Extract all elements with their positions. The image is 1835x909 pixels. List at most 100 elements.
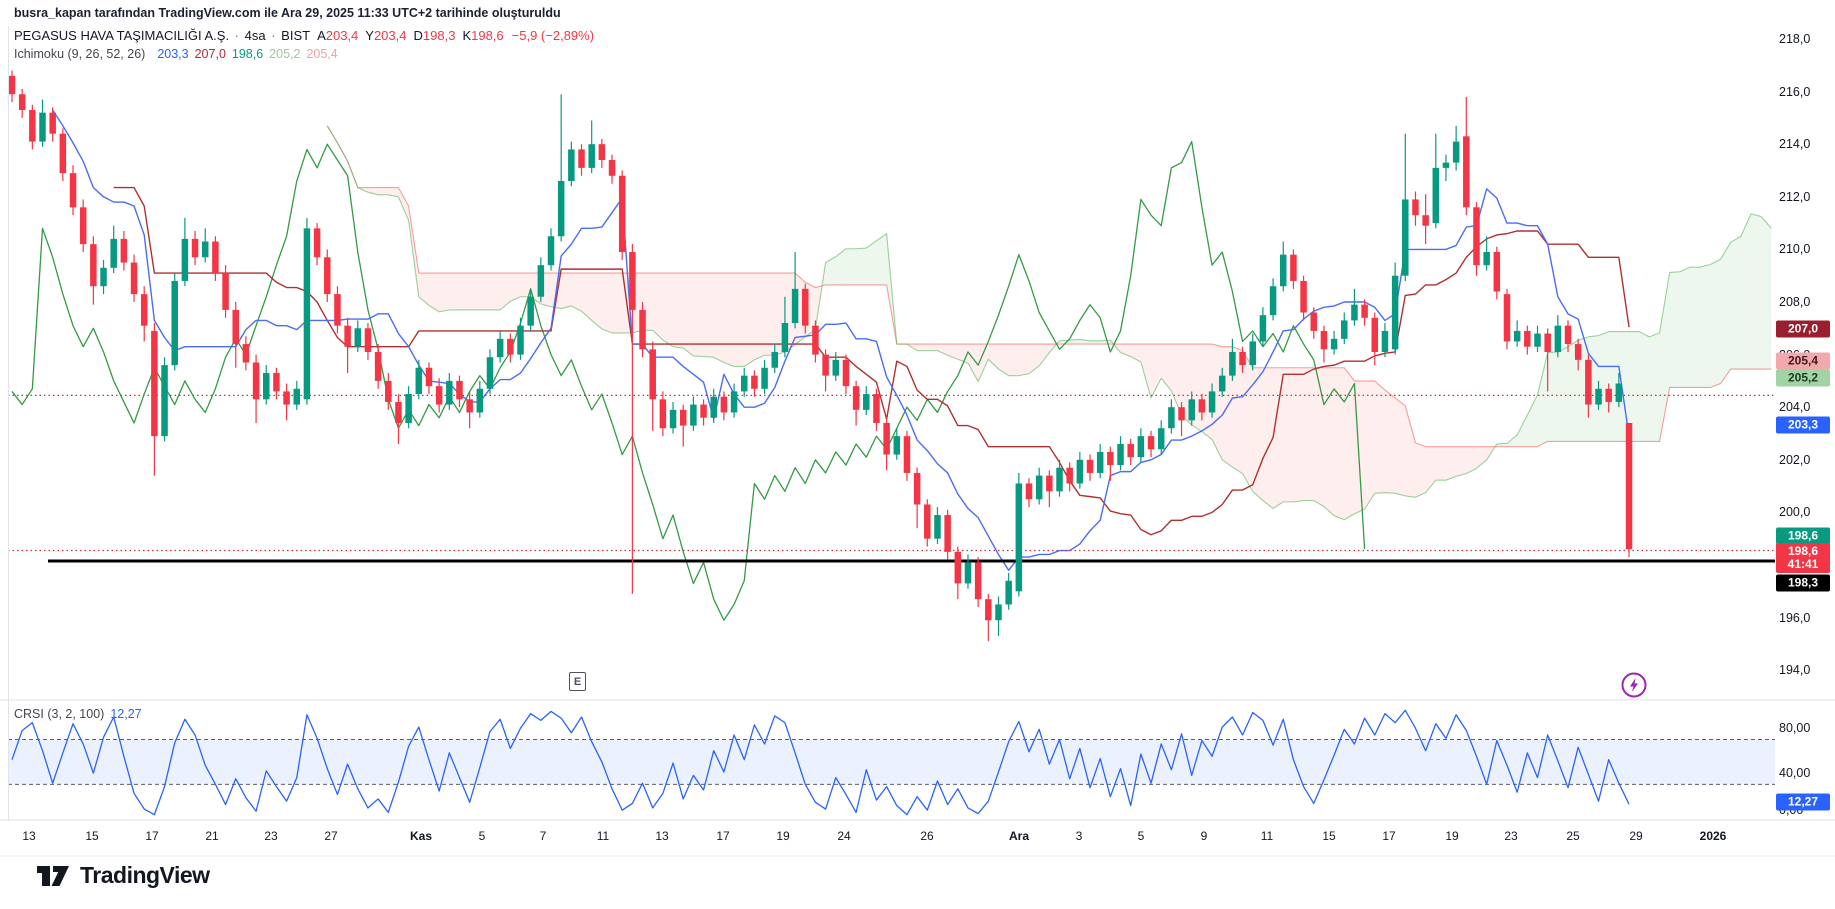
ichimoku-cloud-segment [1375,381,1385,493]
senkou-a-line [327,126,1771,520]
candle-body [324,257,331,294]
flash-idea-icon[interactable] [1620,671,1648,699]
candle-body [161,365,168,436]
candle-body [446,381,453,405]
candle-body [1300,281,1307,313]
ichimoku-cloud-segment [1751,214,1761,369]
ichimoku-cloud-segment [1405,406,1415,497]
chart-canvas[interactable] [0,0,1835,909]
candle-body [456,381,463,399]
ichimoku-cloud-segment [1436,447,1446,481]
candle-body [822,355,829,376]
crsi-legend[interactable]: CRSI (3, 2, 100) 12,27 [14,707,142,721]
ichimoku-cloud-segment [663,273,673,347]
ichimoku-value: 205,4 [306,47,337,61]
interval-label[interactable]: 4sa [245,28,266,43]
ichimoku-cloud-segment [1141,344,1151,398]
candle-body [90,244,97,286]
candle-body [924,505,931,539]
candle-body [9,76,16,94]
candle-body [80,207,87,244]
ichimoku-cloud-segment [1446,447,1456,481]
candle-body [1361,305,1368,318]
candle-body [487,357,494,389]
candle-body [995,604,1002,620]
ichimoku-cloud-segment [1527,395,1537,447]
candle-body [1555,326,1562,352]
candle-body [1290,255,1297,281]
candle-body [772,352,779,368]
tradingview-logo-text: TradingView [80,862,210,889]
candle-body [558,181,565,236]
candle-body [1168,407,1175,428]
candle-body [49,113,56,134]
legend-separator2: · [268,28,280,43]
ichimoku-cloud-segment [734,273,744,366]
ichimoku-value: 203,3 [157,47,188,61]
candle-body [355,328,362,346]
candle-body [1544,334,1551,352]
ichimoku-cloud-segment [470,273,480,310]
candle-body [873,394,880,423]
candle-body [619,176,626,252]
ichimoku-cloud-segment [1761,217,1771,370]
ichimoku-cloud-segment [724,273,734,366]
candle-body [283,391,290,404]
candle-body [131,263,138,295]
candle-body [1494,252,1501,291]
ichimoku-cloud-segment [1293,368,1303,502]
candle-body [1524,331,1531,347]
ichimoku-cloud-segment [1690,267,1700,387]
time-axis-label: 25 [1566,829,1579,843]
candle-body [1280,255,1287,287]
earnings-marker-icon[interactable]: E [569,672,586,691]
ichimoku-cloud-segment [836,249,846,285]
candle-body [741,376,748,392]
candle-body [1534,334,1541,347]
price-axis-label: 216,0 [1779,85,1831,99]
ichimoku-cloud-segment [1151,344,1161,398]
tradingview-snapshot: { "attribution": "busra_kapan tarafından… [0,0,1835,909]
candle-body [985,599,992,620]
ichimoku-cloud-segment [846,249,856,285]
ichimoku-cloud-segment [1263,368,1273,509]
candle-body [1209,391,1216,412]
time-axis-label: 24 [837,829,850,843]
ichimoku-cloud-segment [856,248,866,285]
candle-body [680,410,687,426]
ichimoku-cloud-segment [1599,332,1609,442]
candle-body [141,294,148,326]
candle-body [1575,344,1582,360]
time-axis-label: 13 [655,829,668,843]
candle-body [1270,286,1277,315]
candle-body [721,397,728,413]
time-axis-label: 23 [1504,829,1517,843]
candle-body [1077,460,1084,484]
ichimoku-cloud-segment [1395,398,1405,496]
candle-body [1117,444,1124,465]
time-axis-label: 23 [264,829,277,843]
candle-body [914,473,921,505]
attribution-text: busra_kapan tarafından TradingView.com i… [14,6,561,20]
candle-body [812,326,819,355]
tradingview-logo[interactable]: TradingView [36,862,210,889]
price-badge: 207,0 [1776,321,1830,338]
candle-body [660,399,667,428]
time-axis-label: 7 [540,829,547,843]
ichimoku-cloud-segment [1304,368,1314,501]
ichimoku-legend[interactable]: Ichimoku (9, 26, 52, 26)203,3207,0198,62… [14,47,338,61]
candle-body [1626,423,1633,549]
price-axis-label: 212,0 [1779,190,1831,204]
candle-body [629,252,636,310]
candle-body [253,362,260,399]
candle-body [385,381,392,402]
candle-body [182,239,189,281]
crsi-label: CRSI (3, 2, 100) [14,707,104,721]
candle-body [1311,313,1318,331]
price-badge: 203,3 [1776,417,1830,434]
ichimoku-cloud-segment [439,273,449,312]
ichimoku-cloud-segment [1344,368,1354,520]
candle-body [1087,460,1094,473]
candle-body [1351,305,1358,321]
crsi-value: 12,27 [110,707,141,721]
